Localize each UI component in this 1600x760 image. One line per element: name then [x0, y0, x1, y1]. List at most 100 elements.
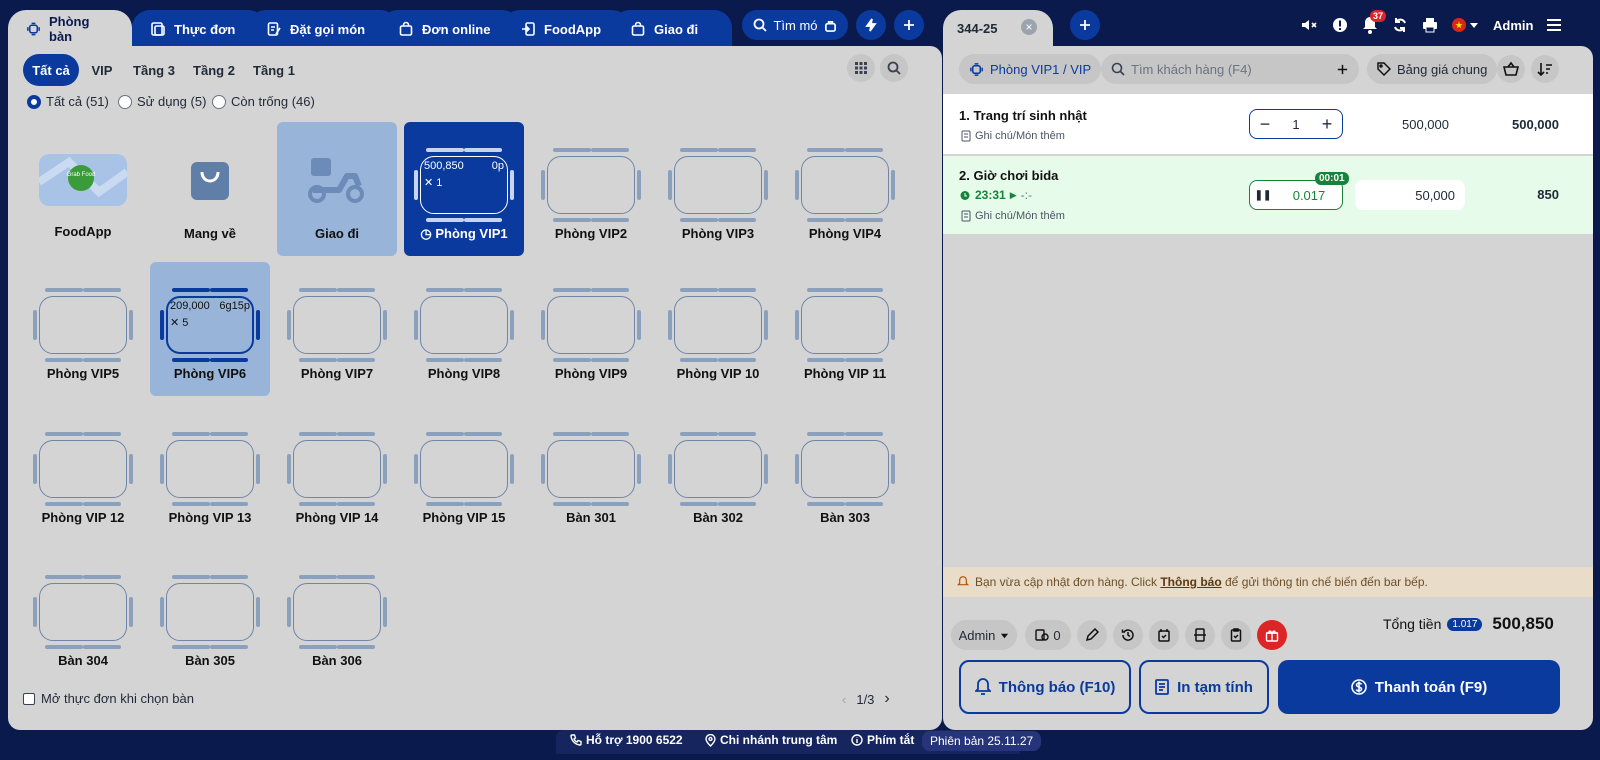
status-filter-available[interactable]: Còn trống (46): [212, 94, 315, 109]
open-menu-checkbox[interactable]: Mở thực đơn khi chọn bàn: [23, 691, 194, 706]
item-note[interactable]: Ghi chú/Món thêm: [961, 130, 1065, 142]
item-price[interactable]: 500,000: [1383, 117, 1449, 132]
table-tile[interactable]: Bàn 305: [150, 549, 270, 683]
table-tile[interactable]: Phòng VIP8: [404, 262, 524, 396]
tab-phong-ban[interactable]: Phòng bàn: [8, 10, 132, 48]
table-tile[interactable]: Bàn 302: [658, 406, 778, 540]
table-label: Phòng VIP8: [427, 366, 501, 381]
filter-tab-tang-1[interactable]: Tầng 1: [248, 54, 300, 86]
chevron-right-icon[interactable]: ›: [884, 690, 889, 708]
table-tile[interactable]: ◷ Phòng VIP1 500,850 0p ✕ 1: [404, 122, 524, 256]
search-menu-button[interactable]: Tìm mó: [742, 10, 848, 40]
takeaway-tile[interactable]: Mang về: [150, 122, 270, 256]
table-tile[interactable]: Bàn 306: [277, 549, 397, 683]
status-filter-all[interactable]: Tất cả (51): [27, 94, 109, 109]
table-tile[interactable]: Phòng VIP2: [531, 122, 651, 256]
mute-icon[interactable]: [1300, 16, 1318, 34]
search-table-button[interactable]: [880, 54, 908, 82]
item-price-field[interactable]: 50,000: [1355, 180, 1465, 210]
guest-count-button[interactable]: 0: [1025, 620, 1071, 650]
tag-icon: [1377, 62, 1391, 76]
item-name: 2. Giờ chơi bida: [959, 168, 1059, 183]
chevron-left-icon[interactable]: ‹: [842, 692, 846, 707]
customer-search-input[interactable]: Tìm khách hàng (F4): [1131, 62, 1330, 77]
info-icon[interactable]: [1332, 17, 1348, 33]
tab-foodapp[interactable]: FoodApp: [502, 10, 630, 48]
table-tile[interactable]: Phòng VIP7: [277, 262, 397, 396]
grid-view-button[interactable]: [847, 54, 875, 82]
table-tile[interactable]: Bàn 303: [785, 406, 905, 540]
history-button[interactable]: [1113, 620, 1143, 650]
minus-icon[interactable]: −: [1250, 114, 1280, 135]
filter-tab-tang-2[interactable]: Tầng 2: [188, 54, 240, 86]
schedule-button[interactable]: [1149, 620, 1179, 650]
tab-giao-di[interactable]: Giao đi: [612, 10, 732, 48]
table-tile[interactable]: Phòng VIP9: [531, 262, 651, 396]
edit-button[interactable]: [1077, 620, 1107, 650]
notification-bell[interactable]: 37: [1362, 10, 1387, 34]
table-shape: [287, 575, 387, 649]
quick-sale-button[interactable]: [856, 10, 886, 40]
table-tile[interactable]: Phòng VIP3: [658, 122, 778, 256]
customer-search[interactable]: Tìm khách hàng (F4): [1101, 54, 1359, 84]
footer-branch[interactable]: Chi nhánh trung tâm: [705, 733, 837, 747]
footer-support[interactable]: Hỗ trợ 1900 6522: [570, 733, 683, 747]
staff-selector[interactable]: Admin: [951, 620, 1017, 650]
add-button[interactable]: [894, 10, 924, 40]
basket-button[interactable]: [1497, 55, 1525, 83]
split-button[interactable]: [1185, 620, 1215, 650]
notify-kitchen-button[interactable]: Thông báo (F10): [959, 660, 1131, 714]
table-tile[interactable]: Phòng VIP6 209,000 6g15p ✕ 5: [150, 262, 270, 396]
plus-icon[interactable]: +: [1312, 114, 1342, 135]
item-note[interactable]: Ghi chú/Món thêm: [961, 210, 1065, 222]
user-name[interactable]: Admin: [1493, 18, 1533, 33]
table-tile[interactable]: Phòng VIP 13: [150, 406, 270, 540]
delivery-tile[interactable]: Giao đi: [277, 122, 397, 256]
table-tile[interactable]: Phòng VIP5: [23, 262, 143, 396]
order-item-row[interactable]: 1. Trang trí sinh nhật Ghi chú/Món thêm …: [943, 94, 1593, 154]
pay-button[interactable]: Thanh toán (F9): [1278, 660, 1560, 714]
pause-icon[interactable]: ❚❚: [1250, 190, 1276, 201]
refresh-icon[interactable]: [1392, 17, 1408, 33]
language-selector[interactable]: [1452, 18, 1479, 32]
sort-button[interactable]: [1531, 55, 1559, 83]
tab-don-online[interactable]: Đơn online: [380, 10, 520, 48]
order-tab[interactable]: 344-25 ×: [943, 10, 1053, 48]
table-shape: [668, 148, 768, 222]
filter-tab-vip[interactable]: VIP: [84, 54, 120, 86]
table-tile[interactable]: Phòng VIP4: [785, 122, 905, 256]
room-chip[interactable]: Phòng VIP1 / VIP: [959, 54, 1102, 84]
close-icon[interactable]: ×: [1021, 19, 1037, 35]
filter-tab-all[interactable]: Tất cả: [23, 54, 79, 86]
table-amount: 209,000: [170, 300, 210, 312]
table-tile[interactable]: Phòng VIP 11: [785, 262, 905, 396]
plus-icon[interactable]: [1336, 63, 1349, 76]
radio-icon: [118, 94, 132, 109]
foodapp-tile[interactable]: Grab Food FoodApp: [23, 122, 143, 256]
table-tile[interactable]: Phòng VIP 14: [277, 406, 397, 540]
printer-icon[interactable]: [1422, 17, 1438, 33]
tab-dat-goi-mon[interactable]: Đặt gọi món: [248, 10, 398, 48]
price-list-button[interactable]: Bảng giá chung: [1367, 54, 1498, 84]
table-tile[interactable]: Phòng VIP 12: [23, 406, 143, 540]
table-tile[interactable]: Bàn 304: [23, 549, 143, 683]
hamburger-menu-icon[interactable]: [1547, 18, 1563, 32]
print-bill-button[interactable]: In tạm tính: [1139, 660, 1269, 714]
clipboard-button[interactable]: [1221, 620, 1251, 650]
order-item-row[interactable]: 2. Giờ chơi bida 23:31 ▶ -:- Ghi chú/Món…: [943, 156, 1593, 234]
notice-link[interactable]: Thông báo: [1160, 575, 1221, 589]
tab-thuc-don[interactable]: Thực đơn: [132, 10, 266, 48]
new-order-button[interactable]: [1070, 10, 1100, 40]
caret-down-icon: [1470, 23, 1478, 28]
table-tile[interactable]: Bàn 301: [531, 406, 651, 540]
filter-tab-tang-3[interactable]: Tầng 3: [128, 54, 180, 86]
status-filter-in-use[interactable]: Sử dụng (5): [118, 94, 206, 109]
table-label: Phòng VIP4: [808, 226, 882, 241]
item-total: 850: [1537, 187, 1559, 202]
table-tile[interactable]: Phòng VIP 15: [404, 406, 524, 540]
quantity-stepper[interactable]: − 1 +: [1249, 109, 1343, 139]
gift-button[interactable]: [1257, 620, 1287, 650]
table-shape: [33, 575, 133, 649]
table-tile[interactable]: Phòng VIP 10: [658, 262, 778, 396]
footer-shortcuts[interactable]: Phím tắt: [851, 733, 914, 747]
